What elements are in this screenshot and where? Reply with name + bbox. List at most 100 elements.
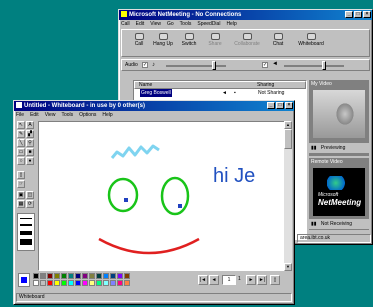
call-button[interactable]: Call	[128, 33, 150, 47]
color-swatch[interactable]	[82, 280, 88, 286]
select-window-tool[interactable]: ◫	[26, 191, 34, 199]
color-swatch[interactable]	[117, 280, 123, 286]
page-number-field[interactable]: 1	[222, 275, 236, 285]
mic-checkbox[interactable]: ✓	[142, 62, 148, 68]
color-swatch[interactable]	[47, 273, 53, 279]
menu-tools[interactable]: Tools	[180, 20, 192, 28]
whiteboard-button[interactable]: Whiteboard	[296, 33, 326, 47]
switch-button[interactable]: Switch	[178, 33, 200, 47]
wb-menu-view[interactable]: View	[45, 111, 56, 119]
menu-view[interactable]: View	[150, 20, 161, 28]
pen-tool[interactable]: ✎	[17, 130, 25, 138]
select-tool[interactable]: ↖	[17, 121, 25, 129]
scroll-down-arrow[interactable]: ▼	[284, 263, 292, 271]
header-name[interactable]: Name	[139, 82, 152, 88]
color-swatch[interactable]	[75, 280, 81, 286]
wb-minimize-button[interactable]: _	[267, 102, 275, 109]
minimize-button[interactable]: _	[345, 11, 353, 18]
whiteboard-canvas[interactable]: hi Je	[38, 121, 292, 271]
mic-volume-slider[interactable]	[166, 65, 226, 67]
menu-go[interactable]: Go	[167, 20, 174, 28]
color-swatch[interactable]	[33, 273, 39, 279]
scroll-up-arrow[interactable]: ▲	[284, 121, 292, 129]
color-swatch[interactable]	[103, 280, 109, 286]
menu-edit[interactable]: Edit	[136, 20, 145, 28]
speaker-slider-thumb[interactable]	[322, 61, 326, 70]
color-swatch[interactable]	[96, 280, 102, 286]
color-swatch[interactable]	[96, 273, 102, 279]
color-swatch[interactable]	[68, 273, 74, 279]
insert-page-button[interactable]: ▯	[270, 275, 280, 285]
color-swatch[interactable]	[82, 273, 88, 279]
share-button[interactable]: Share	[204, 33, 226, 47]
text-tool[interactable]: A	[26, 121, 34, 129]
close-button[interactable]: ×	[363, 11, 371, 18]
wb-menu-file[interactable]: File	[16, 111, 24, 119]
netmeeting-titlebar[interactable]: Microsoft NetMeeting - No Connections _ □…	[119, 10, 372, 20]
wb-maximize-button[interactable]: □	[276, 102, 284, 109]
chat-button[interactable]: Chat	[267, 33, 289, 47]
scroll-thumb[interactable]	[284, 129, 292, 149]
wb-menu-edit[interactable]: Edit	[30, 111, 39, 119]
rect-tool[interactable]: ▭	[17, 148, 25, 156]
filled-ellipse-tool[interactable]: ●	[26, 157, 34, 165]
color-swatch[interactable]	[89, 280, 95, 286]
color-swatch[interactable]	[110, 280, 116, 286]
wb-menu-help[interactable]: Help	[102, 111, 112, 119]
eraser-tool[interactable]: ▯	[17, 171, 25, 179]
mic-slider-thumb[interactable]	[212, 61, 216, 70]
table-row[interactable]: Greg Boswell ◄ ▪ Not Sharing	[134, 89, 306, 97]
wb-menu-options[interactable]: Options	[79, 111, 96, 119]
maximize-button[interactable]: □	[354, 11, 362, 18]
remote-play-button[interactable]: ▮▮	[311, 221, 317, 227]
whiteboard-titlebar[interactable]: Untitled - Whiteboard - in use by 0 othe…	[14, 101, 294, 111]
header-sharing[interactable]: Sharing	[257, 82, 274, 88]
speaker-checkbox[interactable]: ✓	[262, 62, 268, 68]
play-pause-button[interactable]: ▮▮	[311, 145, 317, 151]
color-swatch[interactable]	[33, 280, 39, 286]
hang-up-button[interactable]: Hang Up	[152, 33, 174, 47]
lock-contents-tool[interactable]: ▦	[17, 200, 25, 208]
line-width-selector[interactable]	[17, 213, 35, 251]
color-swatch[interactable]	[124, 273, 130, 279]
color-swatch[interactable]	[110, 273, 116, 279]
zoom-tool[interactable]: ⚲	[26, 139, 34, 147]
prev-page-button[interactable]: ◄	[209, 275, 219, 285]
color-swatch[interactable]	[68, 280, 74, 286]
color-swatch[interactable]	[75, 273, 81, 279]
select-area-tool[interactable]: ▣	[17, 191, 25, 199]
filled-rect-tool[interactable]: ■	[26, 148, 34, 156]
color-swatch[interactable]	[89, 273, 95, 279]
wb-menu-tools[interactable]: Tools	[61, 111, 73, 119]
last-page-button[interactable]: ►|	[257, 275, 267, 285]
ellipse-tool[interactable]: ○	[17, 157, 25, 165]
speaker-volume-slider[interactable]	[284, 65, 344, 67]
first-page-button[interactable]: |◄	[198, 275, 208, 285]
color-swatch[interactable]	[40, 280, 46, 286]
remote-pointer-tool[interactable]: ☞	[17, 180, 25, 188]
color-swatch[interactable]	[54, 280, 60, 286]
color-swatch[interactable]	[61, 273, 67, 279]
synchronize-tool[interactable]: ⟳	[26, 200, 34, 208]
menu-call[interactable]: Call	[121, 20, 130, 28]
line-width-3[interactable]	[20, 231, 32, 235]
highlighter-tool[interactable]: ▞	[26, 130, 34, 138]
vertical-scrollbar[interactable]: ▲ ▼	[284, 121, 292, 271]
menu-speeddial[interactable]: SpeedDial	[197, 20, 220, 28]
line-width-1[interactable]	[20, 218, 32, 219]
next-page-button[interactable]: ►	[246, 275, 256, 285]
color-swatch[interactable]	[61, 280, 67, 286]
color-swatch[interactable]	[117, 273, 123, 279]
color-swatch[interactable]	[40, 273, 46, 279]
line-width-2[interactable]	[20, 224, 32, 226]
line-width-4[interactable]	[20, 239, 32, 245]
line-tool[interactable]: ╲	[17, 139, 25, 147]
color-swatch[interactable]	[54, 273, 60, 279]
color-swatch[interactable]	[103, 273, 109, 279]
color-swatch[interactable]	[124, 280, 130, 286]
collaborate-button[interactable]: Collaborate	[232, 33, 262, 47]
menu-help[interactable]: Help	[226, 20, 236, 28]
wb-close-button[interactable]: ×	[285, 102, 293, 109]
whiteboard-title: Untitled - Whiteboard - in use by 0 othe…	[24, 103, 146, 109]
color-swatch[interactable]	[47, 280, 53, 286]
